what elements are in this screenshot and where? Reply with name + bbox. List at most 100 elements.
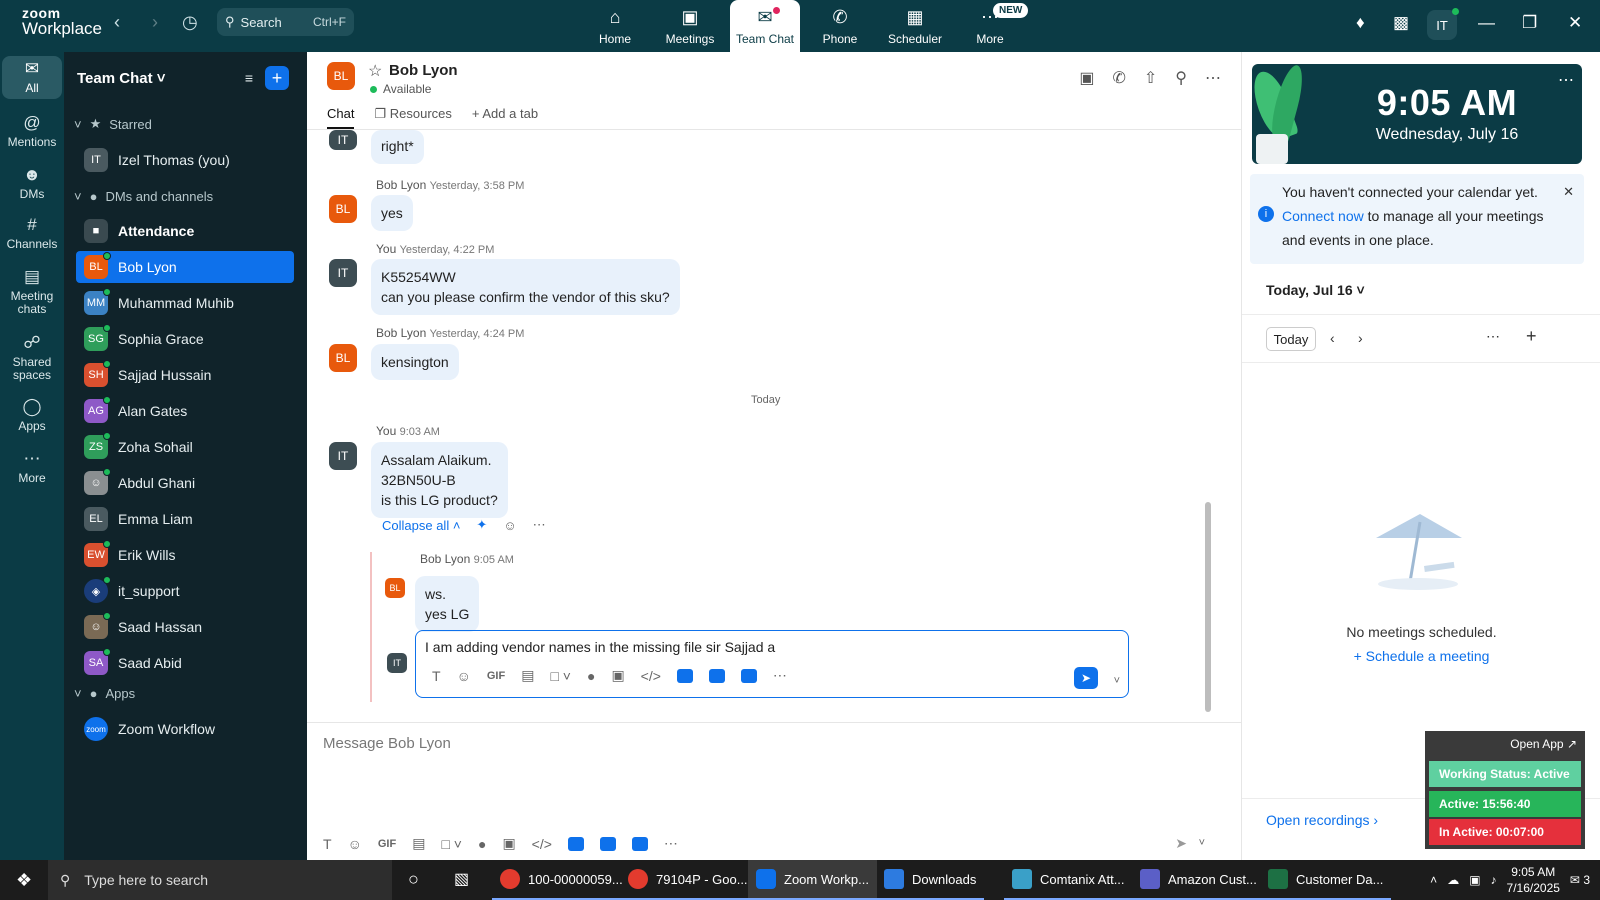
filter-icon[interactable]: ≡ xyxy=(245,70,253,86)
scrollbar[interactable] xyxy=(1205,502,1211,712)
app-icon[interactable] xyxy=(708,668,725,683)
date-selector[interactable]: Today, Jul 16 ˅ xyxy=(1266,282,1365,298)
taskbar-app-excel[interactable]: Customer Da... xyxy=(1260,860,1392,900)
taskbar-search[interactable]: ⚲ Type here to search xyxy=(48,860,392,900)
send-button[interactable]: ➤ xyxy=(1074,667,1098,689)
more-options-icon[interactable]: ⋯ xyxy=(1558,70,1574,90)
app-icon[interactable] xyxy=(599,836,616,851)
more-icon[interactable]: ⋯ xyxy=(664,835,678,852)
cortana-icon[interactable]: ○ xyxy=(408,869,419,890)
sidebar-item-izel-thomas[interactable]: IT Izel Thomas (you) xyxy=(76,144,294,176)
search-bar[interactable]: ⚲ Search Ctrl+F xyxy=(217,8,354,36)
tab-home[interactable]: ⌂ Home xyxy=(580,0,650,52)
collapse-all-link[interactable]: Collapse all ˄ xyxy=(382,518,460,533)
format-text-icon[interactable]: T xyxy=(432,668,441,684)
app-icon[interactable] xyxy=(676,668,693,683)
chevron-down-icon[interactable]: ˅ xyxy=(1199,837,1205,849)
restore-icon[interactable]: ❐ xyxy=(1522,13,1537,33)
open-app-link[interactable]: Open App ↗ xyxy=(1510,737,1577,751)
contact-name[interactable]: Bob Lyon xyxy=(389,62,458,79)
send-disabled-icon[interactable]: ➤ xyxy=(1175,835,1187,852)
rail-dms[interactable]: ☻ DMs xyxy=(2,165,62,201)
sidebar-item-erik-wills[interactable]: EW Erik Wills xyxy=(76,539,294,571)
notification-center-icon[interactable]: ✉ 3 xyxy=(1570,873,1590,887)
taskbar-app-chrome-2[interactable]: 79104P - Goo... xyxy=(620,860,756,900)
bell-icon[interactable]: ♦ xyxy=(1356,13,1365,33)
sidebar-item-saad-abid[interactable]: SA Saad Abid xyxy=(76,647,294,679)
next-day-icon[interactable]: › xyxy=(1358,330,1363,346)
video-message-icon[interactable]: ▣ xyxy=(611,667,624,684)
gift-icon[interactable]: ▩ xyxy=(1393,13,1409,33)
sidebar-item-it-support[interactable]: ◈ it_support xyxy=(76,575,294,607)
file-icon[interactable]: ▤ xyxy=(412,835,425,852)
rail-meeting-chats[interactable]: ▤ Meeting chats xyxy=(2,267,62,316)
more-icon[interactable]: ⋯ xyxy=(773,667,787,684)
sidebar-item-sophia-grace[interactable]: SG Sophia Grace xyxy=(76,323,294,355)
code-icon[interactable]: </> xyxy=(532,836,552,852)
new-chat-button[interactable]: + xyxy=(265,66,289,90)
section-dms-channels[interactable]: ˅ ● DMs and channels xyxy=(74,189,213,204)
sidebar-item-abdul-ghani[interactable]: ☺ Abdul Ghani xyxy=(76,467,294,499)
more-options-icon[interactable]: ⋯ xyxy=(533,517,546,533)
search-icon[interactable]: ⚲ xyxy=(1175,68,1187,88)
chevron-down-icon[interactable]: ˅ xyxy=(1114,675,1120,687)
more-options-icon[interactable]: ⋯ xyxy=(1486,328,1500,345)
taskbar-app-chrome-1[interactable]: 100-00000059... xyxy=(492,860,631,900)
sidebar-item-attendance[interactable]: ■ Attendance xyxy=(76,215,294,247)
section-apps[interactable]: ˅ ● Apps xyxy=(74,686,135,701)
screenshot-icon[interactable]: □ ˅ xyxy=(441,836,462,852)
sidebar-item-zoom-workflow[interactable]: zoom Zoom Workflow xyxy=(76,713,294,745)
taskbar-app-comtanix[interactable]: Comtanix Att... xyxy=(1004,860,1133,900)
windows-start-icon[interactable]: ❖ xyxy=(16,870,32,891)
tab-more[interactable]: NEW ⋯ More xyxy=(955,0,1029,52)
tab-team-chat[interactable]: ✉ Team Chat xyxy=(730,0,800,52)
minimize-icon[interactable]: — xyxy=(1478,13,1495,33)
taskbar-app-zoom[interactable]: Zoom Workp... xyxy=(748,860,878,900)
add-event-icon[interactable]: + xyxy=(1526,326,1537,347)
star-outline-icon[interactable]: ☆ xyxy=(368,61,382,81)
tab-chat[interactable]: Chat xyxy=(327,106,355,129)
code-icon[interactable]: </> xyxy=(641,668,661,684)
sidebar-item-alan-gates[interactable]: AG Alan Gates xyxy=(76,395,294,427)
share-screen-icon[interactable]: ⇧ xyxy=(1144,68,1157,88)
sidebar-item-sajjad-hussain[interactable]: SH Sajjad Hussain xyxy=(76,359,294,391)
message-input[interactable]: Message Bob Lyon xyxy=(323,735,451,752)
app-icon[interactable] xyxy=(740,668,757,683)
video-message-icon[interactable]: ▣ xyxy=(502,835,515,852)
microphone-icon[interactable]: ● xyxy=(478,836,486,852)
open-recordings-link[interactable]: Open recordings › xyxy=(1266,812,1378,828)
today-button[interactable]: Today xyxy=(1266,327,1316,351)
history-icon[interactable]: ◷ xyxy=(182,12,198,33)
sidebar-item-muhammad-muhib[interactable]: MM Muhammad Muhib xyxy=(76,287,294,319)
tab-meetings[interactable]: ▣ Meetings xyxy=(655,0,725,52)
message-composer[interactable]: Message Bob Lyon T ☺ GIF ▤ □ ˅ ● ▣ </> ⋯… xyxy=(307,722,1241,860)
tab-resources[interactable]: ❐ Resources xyxy=(374,106,451,129)
thread-reply-input[interactable]: I am adding vendor names in the missing … xyxy=(415,630,1129,698)
video-call-icon[interactable]: ▣ xyxy=(1079,68,1094,88)
screenshot-icon[interactable]: □ ˅ xyxy=(550,668,571,684)
forward-arrow-icon[interactable]: › xyxy=(152,12,158,33)
emoji-icon[interactable]: ☺ xyxy=(457,668,471,684)
user-avatar[interactable]: IT xyxy=(1427,8,1459,40)
tab-scheduler[interactable]: ▦ Scheduler xyxy=(880,0,950,52)
back-arrow-icon[interactable]: ‹ xyxy=(114,12,120,33)
taskbar-app-teams[interactable]: Amazon Cust... xyxy=(1132,860,1265,900)
onedrive-icon[interactable]: ☁ xyxy=(1447,873,1459,887)
emoji-icon[interactable]: ☺ xyxy=(348,836,362,852)
gif-button[interactable]: GIF xyxy=(378,838,396,850)
gif-button[interactable]: GIF xyxy=(487,670,505,682)
rail-apps[interactable]: ◯ Apps xyxy=(2,397,62,433)
schedule-meeting-link[interactable]: + Schedule a meeting xyxy=(1242,648,1600,664)
connect-now-link[interactable]: Connect now xyxy=(1282,208,1364,224)
ai-sparkle-icon[interactable]: ✦ xyxy=(476,517,487,533)
sidebar-item-bob-lyon[interactable]: BL Bob Lyon xyxy=(76,251,294,283)
prev-day-icon[interactable]: ‹ xyxy=(1330,330,1335,346)
section-starred[interactable]: ˅ ★ Starred xyxy=(74,116,152,132)
rail-all[interactable]: ✉ All xyxy=(2,56,62,99)
format-text-icon[interactable]: T xyxy=(323,836,332,852)
close-icon[interactable]: ✕ xyxy=(1568,13,1582,33)
emoji-reaction-icon[interactable]: ☺ xyxy=(503,518,516,533)
chevron-up-icon[interactable]: ˄ xyxy=(1430,873,1437,887)
tab-add[interactable]: + Add a tab xyxy=(472,106,538,129)
rail-more[interactable]: ⋯ More xyxy=(2,449,62,485)
